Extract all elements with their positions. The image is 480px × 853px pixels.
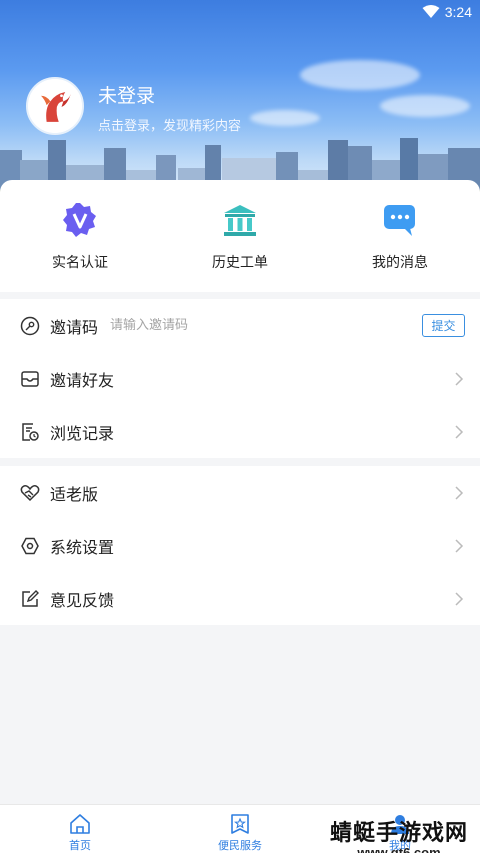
menu-item-label: 浏览记录 [50, 423, 115, 443]
menu-item-label: 邀请好友 [50, 370, 115, 390]
menu-item-system-settings[interactable]: 系统设置 [0, 519, 480, 572]
chevron-right-icon [455, 486, 464, 500]
invite-code-input[interactable] [110, 318, 291, 333]
inbox-icon [21, 370, 39, 387]
invite-submit-button[interactable]: 提交 [422, 314, 465, 337]
chevron-right-icon [455, 372, 464, 386]
profile-header: 3:24 未登录 点击登录，发现精彩内容 [0, 0, 480, 200]
handshake-heart-icon [20, 484, 40, 501]
nav-tab-services[interactable]: 便民服务 [160, 805, 320, 853]
quick-action-label: 实名认证 [52, 255, 108, 271]
chat-bubble-icon [384, 205, 415, 236]
nav-tab-label: 首页 [69, 839, 91, 852]
menu-item-invite-friends[interactable]: 邀请好友 [0, 352, 480, 405]
wifi-icon [422, 5, 440, 18]
invite-code-label: 邀请码 [50, 317, 99, 337]
settings-hex-icon [21, 537, 39, 554]
menu-item-browse-history[interactable]: 浏览记录 [0, 405, 480, 458]
menu-group-settings: 适老版 系统设置 意见反馈 [0, 466, 480, 625]
quick-action-label: 历史工单 [212, 255, 268, 271]
quick-action-real-name[interactable]: 实名认证 [0, 180, 160, 292]
site-watermark: 蜻蜓手游戏网 www.qt6.com [330, 815, 468, 853]
watermark-title: 蜻蜓手游戏网 [329, 821, 468, 846]
nav-tab-label: 便民服务 [218, 839, 262, 852]
history-doc-icon [22, 422, 39, 441]
quick-action-my-messages[interactable]: 我的消息 [320, 180, 480, 292]
home-icon [70, 814, 90, 834]
quick-actions-card: 实名认证 历史工单 我的消息 [0, 180, 480, 292]
status-time: 3:24 [444, 4, 472, 20]
edit-icon [22, 589, 39, 607]
menu-item-label: 系统设置 [50, 537, 115, 557]
menu-item-elder-mode[interactable]: 适老版 [0, 466, 480, 519]
quick-action-label: 我的消息 [372, 255, 428, 271]
menu-item-label: 意见反馈 [50, 590, 115, 610]
invite-code-row: 邀请码 提交 [0, 299, 480, 352]
bank-building-icon [224, 205, 256, 236]
key-circle-icon [20, 316, 40, 335]
chevron-right-icon [455, 425, 464, 439]
menu-item-label: 适老版 [50, 484, 99, 504]
phoenix-logo-icon [28, 79, 82, 133]
status-bar: 3:24 [0, 0, 480, 26]
quick-action-history-orders[interactable]: 历史工单 [160, 180, 320, 292]
cloud-decoration [300, 60, 420, 90]
login-hint[interactable]: 点击登录，发现精彩内容 [98, 115, 241, 134]
avatar[interactable] [26, 77, 84, 135]
chevron-right-icon [455, 592, 464, 606]
menu-group-account: 邀请码 提交 邀请好友 浏览记录 [0, 299, 480, 458]
service-badge-icon [231, 814, 249, 834]
verified-badge-icon [63, 203, 96, 237]
chevron-right-icon [455, 539, 464, 553]
menu-item-feedback[interactable]: 意见反馈 [0, 572, 480, 625]
nav-tab-home[interactable]: 首页 [0, 805, 160, 853]
login-status-title[interactable]: 未登录 [98, 81, 155, 108]
